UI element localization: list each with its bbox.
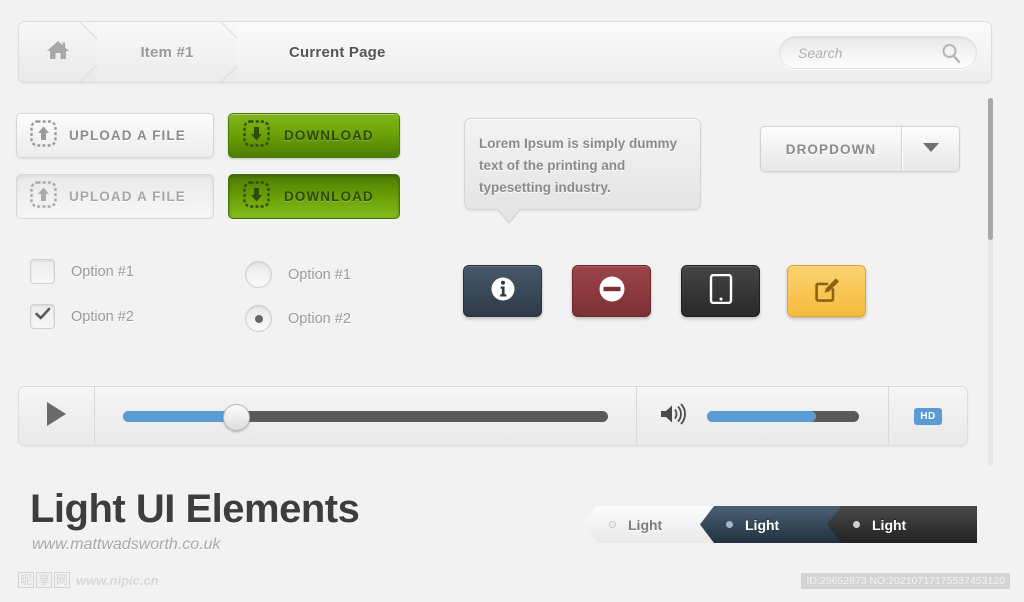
scrollbar-track[interactable]	[988, 98, 993, 466]
tablet-device-icon	[709, 273, 733, 309]
site-url: www.mattwadsworth.co.uk	[32, 536, 221, 553]
edit-button[interactable]	[787, 265, 866, 317]
tooltip-arrow-inner	[498, 209, 520, 222]
watermark-char-2: 享	[36, 572, 53, 588]
volume-fill	[707, 410, 817, 422]
radio-option-1-label: Option #1	[288, 266, 351, 283]
upload-arrow-icon	[30, 119, 57, 152]
breadcrumb-home[interactable]	[19, 22, 97, 82]
radio-row-2[interactable]: Option #2	[245, 305, 351, 332]
hd-badge[interactable]: HD	[914, 407, 942, 425]
breadcrumb: Item #1 Current Page	[18, 21, 992, 83]
tag-dot-icon	[609, 521, 616, 528]
tag-dark[interactable]: Light	[827, 506, 977, 543]
tooltip-text: Lorem Ipsum is simply dummy text of the …	[479, 136, 678, 195]
search-input[interactable]	[796, 43, 940, 62]
checkbox-option-2[interactable]	[30, 304, 55, 329]
media-player: HD	[18, 386, 968, 446]
download-button-1-label: DOWNLOAD	[284, 128, 374, 143]
page-title: Light UI Elements	[30, 487, 360, 531]
upload-file-button-2[interactable]: UPLOAD A FILE	[16, 174, 214, 219]
checkbox-option-1[interactable]	[30, 259, 55, 284]
radio-option-2[interactable]	[245, 305, 272, 332]
home-icon	[45, 38, 71, 67]
upload-file-button-2-label: UPLOAD A FILE	[69, 189, 186, 204]
checkbox-row-1[interactable]: Option #1	[30, 259, 134, 284]
tablet-button[interactable]	[681, 265, 760, 317]
tag-blue-label: Light	[745, 516, 780, 533]
radio-selected-dot	[254, 314, 263, 323]
volume-control[interactable]	[637, 387, 889, 445]
watermark-url: www.nipic.cn	[76, 572, 159, 588]
no-entry-icon	[598, 275, 626, 308]
tag-light-label: Light	[628, 516, 663, 533]
dropdown-label: DROPDOWN	[785, 141, 877, 157]
watermark-id: ID:29652873 NO:20210717175537453120	[801, 573, 1010, 589]
watermark-char-3: 网	[54, 572, 71, 588]
tag-dot-icon	[726, 521, 733, 528]
seek-fill	[123, 410, 235, 422]
download-button-1[interactable]: DOWNLOAD	[228, 113, 400, 158]
watermark-char-1: 昵	[18, 572, 35, 588]
breadcrumb-item-1[interactable]: Item #1	[97, 22, 237, 82]
volume-track[interactable]	[707, 410, 859, 422]
block-button[interactable]	[572, 265, 651, 317]
dropdown[interactable]: DROPDOWN	[760, 126, 960, 172]
tooltip: Lorem Ipsum is simply dummy text of the …	[464, 118, 701, 224]
radio-option-1[interactable]	[245, 261, 272, 288]
tag-dot-icon	[853, 521, 860, 528]
watermark-cn-chars: 昵 享 网	[18, 572, 71, 588]
hd-toggle[interactable]: HD	[889, 387, 967, 445]
dropdown-main[interactable]: DROPDOWN	[761, 127, 902, 171]
download-button-2[interactable]: DOWNLOAD	[228, 174, 400, 219]
play-button[interactable]	[19, 387, 95, 445]
seek-bar[interactable]	[95, 387, 637, 445]
search-icon[interactable]	[941, 43, 962, 69]
radio-option-2-label: Option #2	[288, 310, 351, 327]
info-circle-icon	[490, 276, 516, 307]
check-icon	[34, 307, 51, 326]
chevron-down-icon	[922, 140, 940, 158]
scrollbar-thumb[interactable]	[988, 98, 993, 240]
search-box[interactable]	[779, 36, 977, 69]
download-button-2-label: DOWNLOAD	[284, 189, 374, 204]
upload-arrow-icon	[30, 180, 57, 213]
watermark-logo: 昵 享 网 www.nipic.cn	[18, 572, 159, 588]
dropdown-toggle[interactable]	[902, 127, 959, 171]
seek-track[interactable]	[123, 403, 608, 431]
upload-file-button-1[interactable]: UPLOAD A FILE	[16, 113, 214, 158]
edit-square-icon	[813, 275, 841, 308]
download-arrow-icon	[243, 180, 270, 213]
breadcrumb-item-1-label: Item #1	[140, 43, 194, 61]
checkbox-option-1-label: Option #1	[71, 263, 134, 280]
play-icon	[44, 400, 69, 433]
radio-row-1[interactable]: Option #1	[245, 261, 351, 288]
checkbox-option-2-label: Option #2	[71, 308, 134, 325]
upload-file-button-1-label: UPLOAD A FILE	[69, 128, 186, 143]
breadcrumb-item-2-label: Current Page	[289, 43, 386, 61]
seek-handle[interactable]	[222, 403, 250, 431]
info-button[interactable]	[463, 265, 542, 317]
tag-dark-label: Light	[872, 516, 907, 533]
checkbox-row-2[interactable]: Option #2	[30, 304, 134, 329]
download-arrow-icon	[243, 119, 270, 152]
volume-high-icon	[659, 402, 689, 431]
